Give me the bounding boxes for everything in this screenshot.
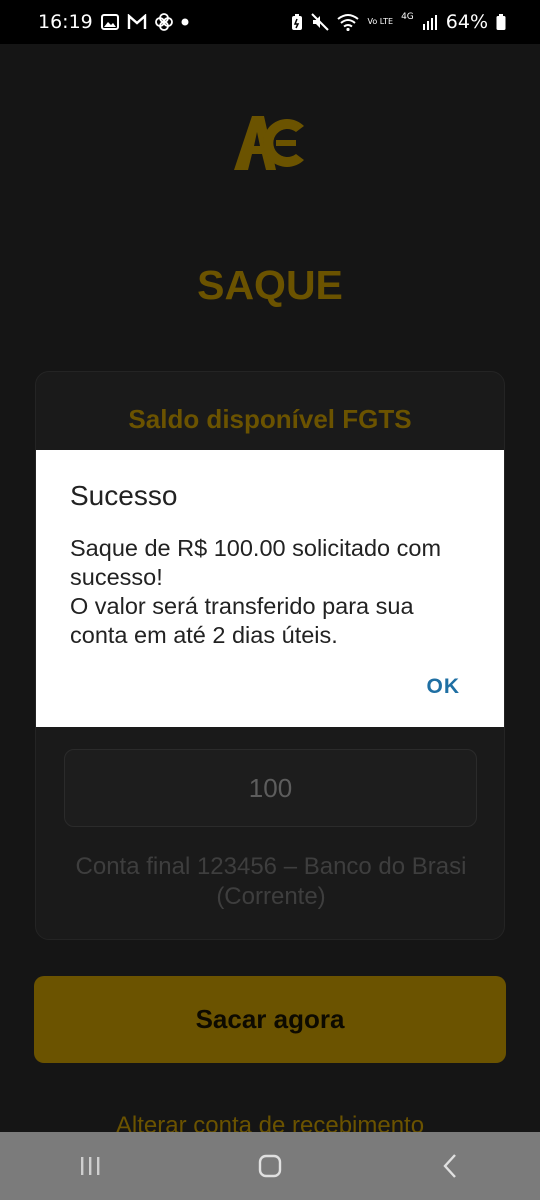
withdraw-now-button[interactable]: Sacar agora	[34, 976, 506, 1063]
mute-icon	[311, 13, 330, 31]
change-account-link[interactable]: Alterar conta de recebimento	[0, 1112, 540, 1132]
network-type-label: 4G	[401, 12, 414, 22]
battery-saver-icon	[291, 13, 303, 31]
recent-apps-icon[interactable]	[55, 1136, 125, 1196]
back-icon[interactable]	[415, 1136, 485, 1196]
battery-percent: 64%	[445, 11, 488, 33]
status-bar: 16:19 Vo LTE 4G 64%	[0, 0, 540, 44]
dialog-title: Sucesso	[70, 480, 178, 511]
volte-label: Vo LTE	[367, 17, 394, 26]
signal-icon	[422, 14, 438, 30]
account-line-2: (Corrente)	[216, 883, 326, 910]
notification-dot-icon	[181, 18, 189, 26]
card-title: Saldo disponível FGTS	[128, 404, 412, 434]
app-logo-icon	[232, 114, 308, 177]
account-line-1: Conta final 123456 – Banco do Brasi	[75, 853, 467, 880]
status-time: 16:19	[38, 11, 93, 33]
success-dialog: Sucesso Saque de R$ 100.00 solicitado co…	[36, 450, 504, 727]
home-icon[interactable]	[235, 1136, 305, 1196]
battery-icon	[496, 13, 506, 31]
gallery-icon	[100, 14, 119, 30]
navigation-bar	[0, 1132, 540, 1200]
gmail-icon	[127, 14, 147, 30]
ok-button[interactable]: OK	[427, 675, 461, 699]
account-info: Conta final 123456 – Banco do Brasi (Cor…	[46, 852, 496, 912]
page-title: SAQUE	[197, 262, 343, 308]
amount-input[interactable]: 100	[64, 749, 477, 827]
pinwheel-icon	[154, 13, 173, 31]
dialog-message: Saque de R$ 100.00 solicitado com sucess…	[70, 535, 442, 648]
wifi-icon	[337, 13, 360, 31]
